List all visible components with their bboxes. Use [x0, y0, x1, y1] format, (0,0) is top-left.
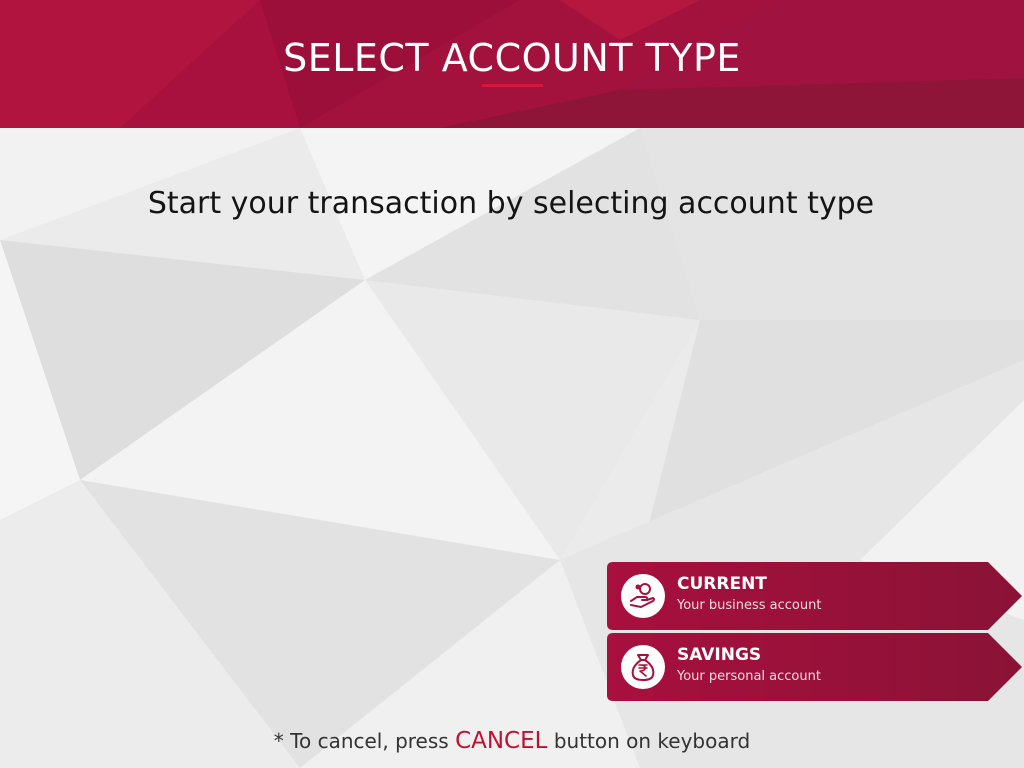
button-shape	[607, 562, 1022, 630]
hand-coin-icon	[621, 574, 665, 618]
cancel-instruction: * To cancel, press CANCEL button on keyb…	[0, 728, 1024, 754]
instruction-text: Start your transaction by selecting acco…	[147, 186, 875, 221]
title-underline	[482, 84, 543, 87]
current-account-subtitle: Your business account	[677, 598, 822, 613]
current-account-button[interactable]: CURRENT Your business account	[607, 562, 1022, 630]
savings-account-button[interactable]: SAVINGS Your personal account	[607, 633, 1022, 701]
button-shape	[607, 633, 1022, 701]
savings-account-title: SAVINGS	[677, 645, 762, 665]
page-title: SELECT ACCOUNT TYPE	[283, 36, 741, 80]
cancel-note-prefix: * To cancel, press	[273, 729, 449, 753]
cancel-note-suffix: button on keyboard	[553, 729, 751, 753]
current-account-title: CURRENT	[677, 574, 767, 594]
cancel-key-label: CANCEL	[455, 728, 548, 754]
header-banner: SELECT ACCOUNT TYPE	[0, 0, 1024, 128]
rupee-money-bag-icon	[621, 645, 665, 689]
savings-account-subtitle: Your personal account	[677, 669, 821, 684]
atm-screen: SELECT ACCOUNT TYPE Start your transacti…	[0, 0, 1024, 768]
